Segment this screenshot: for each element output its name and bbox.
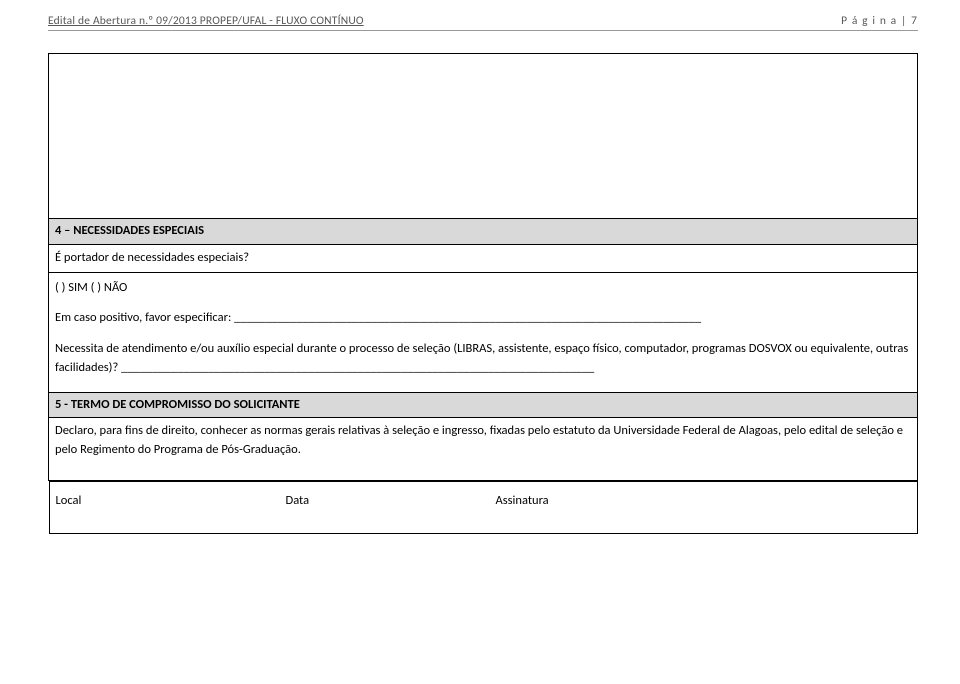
- section5-declaration: Declaro, para fins de direito, conhecer …: [49, 418, 918, 481]
- section4-options[interactable]: ( ) SIM ( ) NÃO: [55, 279, 911, 298]
- sig-data-label[interactable]: Data: [286, 492, 496, 511]
- section4-header: 4 – NECESSIDADES ESPECIAIS: [49, 219, 918, 245]
- signature-row: Local Data Assinatura: [49, 481, 918, 534]
- form-table: 4 – NECESSIDADES ESPECIAIS É portador de…: [48, 53, 918, 534]
- sig-assinatura-label[interactable]: Assinatura: [496, 492, 911, 511]
- page-root: Edital de Abertura n.º 09/2013 PROPEP/UF…: [0, 0, 960, 684]
- header-left: Edital de Abertura n.º 09/2013 PROPEP/UF…: [48, 14, 364, 28]
- sig-local-label[interactable]: Local: [56, 492, 286, 511]
- form-area: 4 – NECESSIDADES ESPECIAIS É portador de…: [48, 53, 918, 534]
- section4-body: ( ) SIM ( ) NÃO Em caso positivo, favor …: [49, 272, 918, 392]
- page-header: Edital de Abertura n.º 09/2013 PROPEP/UF…: [48, 14, 918, 31]
- section5-header: 5 - TERMO DE COMPROMISSO DO SOLICITANTE: [49, 392, 918, 418]
- header-right: P á g i n a | 7: [841, 14, 918, 28]
- section4-desc[interactable]: Necessita de atendimento e/ou auxílio es…: [55, 340, 911, 378]
- section4-question: É portador de necessidades especiais?: [49, 244, 918, 272]
- blank-upper-cell: [49, 54, 918, 219]
- section4-spec-label[interactable]: Em caso positivo, favor especificar: ___…: [55, 309, 911, 328]
